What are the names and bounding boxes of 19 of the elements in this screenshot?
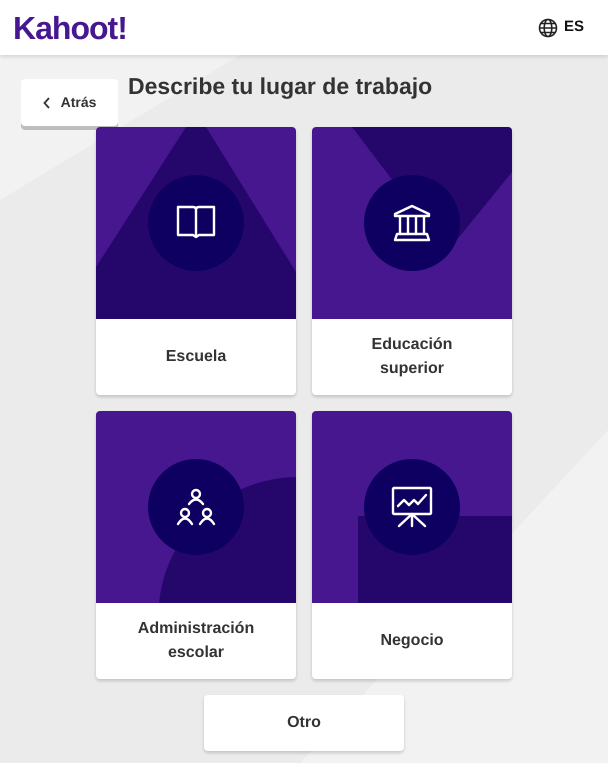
workplace-option-card[interactable]: Educación superior bbox=[312, 127, 512, 395]
people-group-icon bbox=[175, 487, 217, 527]
option-label: Administración escolar bbox=[136, 619, 256, 663]
page-title: Describe tu lugar de trabajo bbox=[128, 72, 432, 101]
chevron-left-icon bbox=[42, 96, 51, 108]
globe-icon bbox=[538, 18, 558, 38]
book-icon bbox=[176, 205, 216, 241]
workplace-option-card[interactable]: Negocio bbox=[312, 411, 512, 679]
building-columns-icon bbox=[392, 204, 432, 242]
option-label: Educación superior bbox=[370, 335, 454, 379]
back-button[interactable]: Atrás bbox=[21, 79, 118, 126]
option-label: Negocio bbox=[380, 631, 444, 651]
workplace-option-card[interactable]: Administración escolar bbox=[96, 411, 296, 679]
presentation-chart-icon bbox=[391, 486, 433, 528]
logo[interactable]: Kahoot! bbox=[13, 12, 127, 44]
other-button[interactable]: Otro bbox=[204, 695, 404, 751]
workplace-option-card[interactable]: Escuela bbox=[96, 127, 296, 395]
language-button[interactable]: ES bbox=[538, 16, 595, 39]
option-label: Escuela bbox=[166, 347, 226, 367]
